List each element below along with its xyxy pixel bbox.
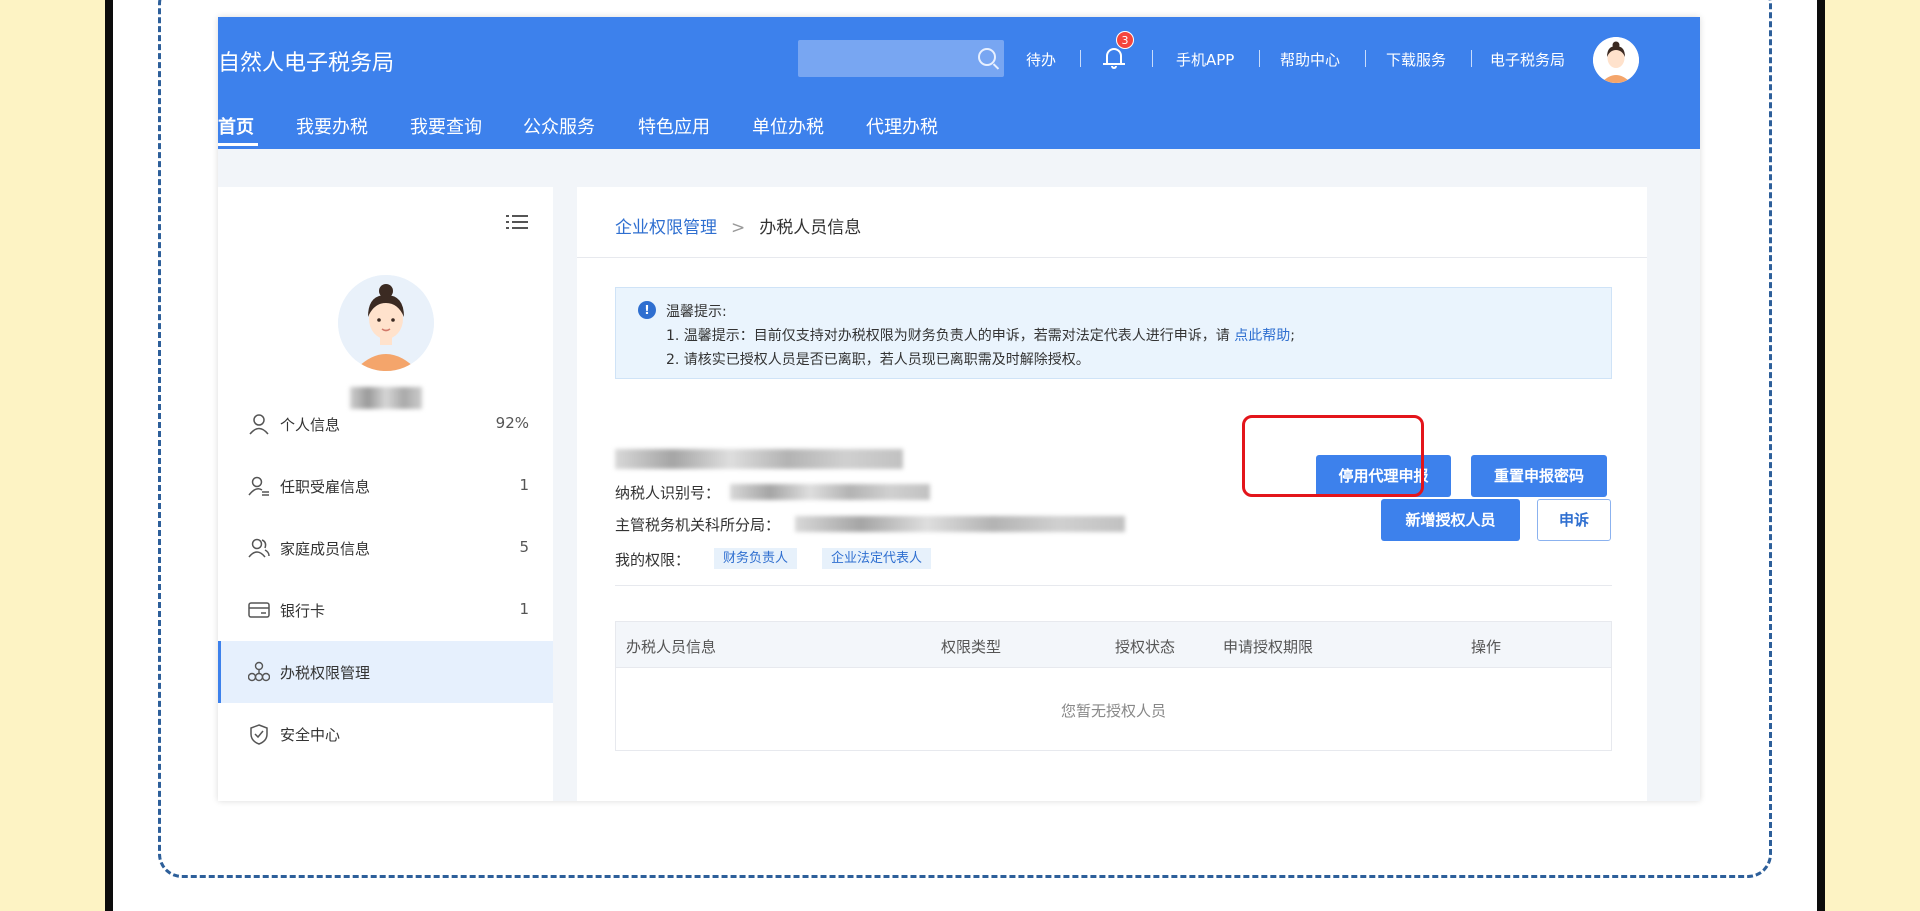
redacted-tax-authority xyxy=(795,516,1125,532)
org-icon xyxy=(248,661,270,682)
search-icon[interactable] xyxy=(978,48,996,66)
shield-icon xyxy=(250,724,268,745)
sidebar-item-count: 1 xyxy=(519,600,529,618)
permissions-label: 我的权限： xyxy=(615,551,691,569)
breadcrumb-parent[interactable]: 企业权限管理 xyxy=(615,218,717,238)
divider xyxy=(1152,50,1153,67)
divider xyxy=(577,257,1647,258)
tax-authority-label: 主管税务机关科所分局： xyxy=(615,516,781,534)
profile-avatar xyxy=(338,275,434,371)
notice-box: ! 温馨提示: 1. 温馨提示：目前仅支持对办税权限为财务负责人的申诉，若需对法… xyxy=(615,287,1612,379)
divider xyxy=(1080,50,1081,67)
permission-tag: 财务负责人 xyxy=(714,548,798,569)
notice-title: 温馨提示: xyxy=(666,304,727,320)
column-header: 办税人员信息 xyxy=(626,638,717,656)
card-icon xyxy=(248,602,270,618)
authorized-staff-table: 办税人员信息 权限类型 授权状态 申请授权期限 操作 您暂无授权人员 xyxy=(615,621,1612,751)
divider xyxy=(615,585,1612,586)
permission-tag: 企业法定代表人 xyxy=(822,548,932,569)
empty-state-text: 您暂无授权人员 xyxy=(1060,702,1166,720)
sidebar-item-label: 安全中心 xyxy=(280,726,341,744)
sidebar-item-label: 家庭成员信息 xyxy=(280,540,371,558)
table-header: 办税人员信息 权限类型 授权状态 申请授权期限 操作 xyxy=(616,622,1611,668)
top-bar: 自然人电子税务局 待办 3 手机APP 帮助中心 下载服务 电子税务局 首页 我… xyxy=(218,17,1700,149)
notice-line-2: 2. 请核实已授权人员是否已离职，若人员现已离职需及时解除授权。 xyxy=(666,352,1090,368)
user-list-icon xyxy=(248,476,269,496)
breadcrumb-separator: > xyxy=(731,218,746,238)
taxpayer-id-label: 纳税人识别号： xyxy=(615,484,721,502)
sidebar-item-family-info[interactable]: 家庭成员信息 5 xyxy=(218,517,553,579)
sidebar-item-label: 任职受雇信息 xyxy=(280,478,371,496)
help-link[interactable]: 点此帮助 xyxy=(1234,328,1290,344)
sidebar-item-tax-permission[interactable]: 办税权限管理 xyxy=(218,641,553,703)
mobile-app-link[interactable]: 手机APP xyxy=(1176,49,1234,70)
add-authorized-person-button[interactable]: 新增授权人员 xyxy=(1381,499,1520,541)
search-input[interactable] xyxy=(798,40,1004,77)
sidebar-item-security-center[interactable]: 安全中心 xyxy=(218,703,553,765)
divider xyxy=(1259,50,1260,67)
nav-home[interactable]: 首页 xyxy=(218,113,254,139)
notification-badge: 3 xyxy=(1116,31,1134,49)
reset-filing-password-button[interactable]: 重置申报密码 xyxy=(1471,455,1607,497)
active-nav-indicator xyxy=(218,143,258,146)
sidebar-item-count: 1 xyxy=(519,476,529,494)
highlight-annotation xyxy=(1242,415,1424,497)
column-header: 授权状态 xyxy=(1115,638,1176,656)
sidebar-item-label: 办税权限管理 xyxy=(280,664,371,682)
redacted-taxpayer-id xyxy=(730,484,930,500)
nav-featured-apps[interactable]: 特色应用 xyxy=(638,113,710,139)
nav-public-service[interactable]: 公众服务 xyxy=(523,113,595,139)
menu-icon[interactable] xyxy=(506,213,528,231)
divider xyxy=(1365,50,1366,67)
bell-icon[interactable] xyxy=(1103,45,1125,71)
column-header: 申请授权期限 xyxy=(1223,638,1314,656)
family-icon xyxy=(248,538,270,558)
user-avatar[interactable] xyxy=(1593,37,1639,83)
sidebar-item-bank-card[interactable]: 银行卡 1 xyxy=(218,579,553,641)
breadcrumb-current: 办税人员信息 xyxy=(759,218,862,238)
divider xyxy=(1471,50,1472,67)
nav-unit-tax[interactable]: 单位办税 xyxy=(752,113,824,139)
nav-do-tax[interactable]: 我要办税 xyxy=(296,113,368,139)
download-service-link[interactable]: 下载服务 xyxy=(1386,49,1446,70)
user-icon xyxy=(249,414,269,435)
column-header: 操作 xyxy=(1471,638,1502,656)
sidebar-item-count: 92% xyxy=(495,414,529,432)
breadcrumb: 企业权限管理 > 办税人员信息 xyxy=(615,213,861,238)
nav-agent-tax[interactable]: 代理办税 xyxy=(866,113,938,139)
help-center-link[interactable]: 帮助中心 xyxy=(1280,49,1340,70)
sidebar-item-count: 5 xyxy=(519,538,529,556)
redacted-company-name xyxy=(615,449,903,469)
sidebar: 个人信息 92% 任职受雇信息 1 家庭成员信息 5 银行卡 1 办税权限管理 … xyxy=(218,187,553,801)
sidebar-item-label: 银行卡 xyxy=(280,602,326,620)
sidebar-item-label: 个人信息 xyxy=(280,416,341,434)
nav-query[interactable]: 我要查询 xyxy=(410,113,482,139)
app-title[interactable]: 自然人电子税务局 xyxy=(218,45,394,77)
e-tax-bureau-link[interactable]: 电子税务局 xyxy=(1490,49,1565,70)
column-header: 权限类型 xyxy=(941,638,1002,656)
info-icon: ! xyxy=(638,301,656,319)
app-window: 自然人电子税务局 待办 3 手机APP 帮助中心 下载服务 电子税务局 首页 我… xyxy=(218,17,1700,801)
sidebar-item-employment-info[interactable]: 任职受雇信息 1 xyxy=(218,455,553,517)
appeal-button[interactable]: 申诉 xyxy=(1537,499,1611,541)
todo-link[interactable]: 待办 xyxy=(1026,49,1056,70)
notice-line-1: 1. 温馨提示：目前仅支持对办税权限为财务负责人的申诉，若需对法定代表人进行申诉… xyxy=(666,328,1295,344)
sidebar-item-personal-info[interactable]: 个人信息 92% xyxy=(218,393,553,455)
